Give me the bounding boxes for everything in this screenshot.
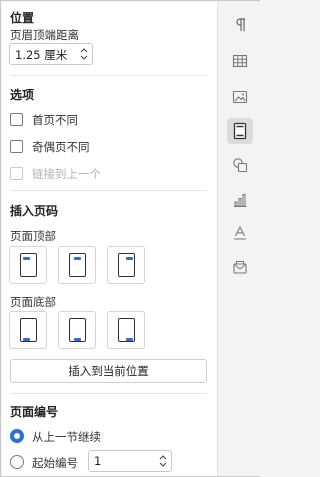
chart-icon[interactable]	[229, 189, 251, 211]
header-distance-spinner[interactable]: 1.25 厘米	[9, 43, 93, 65]
section-title-options: 选项	[10, 88, 35, 102]
window-frame: 位置 页眉顶端距离 1.25 厘米 选项 首页不同 奇偶页不同 链接到上一个 插…	[0, 0, 260, 477]
page-number-marker	[126, 257, 133, 260]
page-number-marker	[74, 338, 81, 341]
divider	[10, 393, 207, 394]
start-number-value: 1	[94, 454, 102, 468]
continue-from-previous-radio[interactable]	[10, 429, 24, 443]
spinner-up-down-icon[interactable]	[158, 451, 168, 471]
start-number-radio[interactable]	[10, 455, 24, 469]
page-bottom-right-tile[interactable]	[107, 311, 145, 349]
start-number-label: 起始编号	[32, 456, 78, 470]
first-page-different-checkbox[interactable]	[10, 113, 23, 126]
first-page-different-label: 首页不同	[32, 113, 78, 127]
spinner-arrows[interactable]	[79, 44, 89, 64]
header-distance-label: 页眉顶端距离	[10, 28, 79, 42]
continue-from-previous-label: 从上一节继续	[32, 430, 101, 444]
paragraph-icon[interactable]	[229, 14, 251, 36]
odd-even-different-label: 奇偶页不同	[32, 140, 90, 154]
section-title-position: 位置	[10, 11, 35, 25]
shape-icon[interactable]	[229, 154, 251, 176]
image-icon[interactable]	[229, 86, 251, 108]
spinner-up-down-icon[interactable]	[79, 44, 89, 64]
page-bottom-center-tile[interactable]	[58, 311, 96, 349]
envelope-icon[interactable]	[229, 256, 251, 278]
page-number-marker	[74, 257, 81, 260]
page-top-label: 页面顶部	[10, 229, 56, 243]
divider	[10, 75, 207, 76]
page-number-marker	[126, 338, 133, 341]
page-top-center-tile[interactable]	[58, 246, 96, 284]
link-to-previous-checkbox[interactable]	[10, 167, 23, 180]
start-number-spinner[interactable]: 1	[88, 450, 172, 472]
divider	[10, 190, 207, 191]
spinner-arrows[interactable]	[158, 451, 168, 471]
page-number-marker	[23, 338, 30, 341]
side-toolbar	[219, 2, 260, 476]
section-title-page-numbering: 页面编号	[10, 405, 59, 419]
page-number-marker	[23, 257, 30, 260]
header-distance-value: 1.25 厘米	[15, 48, 68, 62]
text-effect-icon[interactable]	[229, 222, 251, 244]
page-bottom-left-tile[interactable]	[9, 311, 47, 349]
section-title-insert-page-number: 插入页码	[10, 204, 59, 218]
properties-panel: 位置 页眉顶端距离 1.25 厘米 选项 首页不同 奇偶页不同 链接到上一个 插…	[2, 2, 218, 476]
page-top-left-tile[interactable]	[9, 246, 47, 284]
odd-even-different-checkbox[interactable]	[10, 140, 23, 153]
page-top-right-tile[interactable]	[107, 246, 145, 284]
table-icon[interactable]	[229, 50, 251, 72]
link-to-previous-label: 链接到上一个	[32, 167, 101, 181]
page-bottom-label: 页面底部	[10, 295, 56, 309]
insert-at-current-position-button[interactable]: 插入到当前位置	[10, 359, 207, 383]
header-footer-icon[interactable]	[227, 118, 253, 144]
